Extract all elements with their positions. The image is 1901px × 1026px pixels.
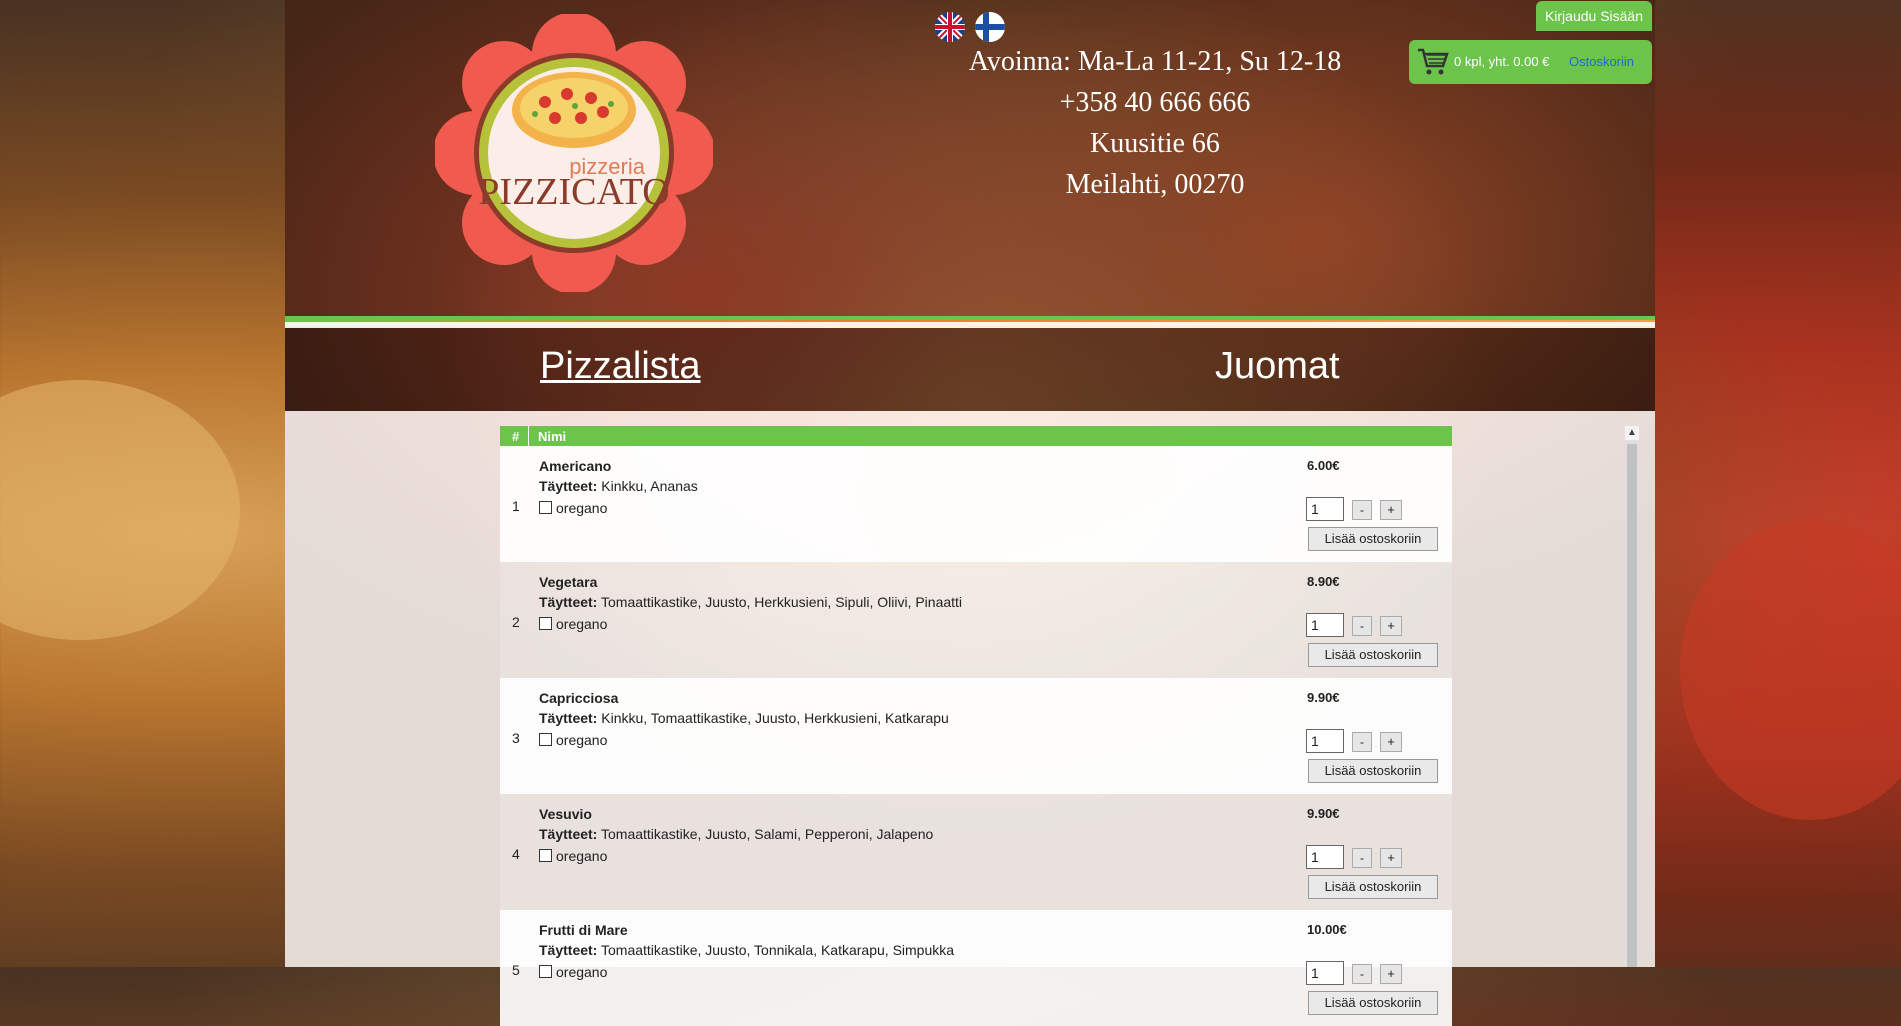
increase-button[interactable]: + xyxy=(1380,616,1402,636)
background-pizza-right xyxy=(1680,520,1901,820)
cart-summary: 0 kpl, yht. 0.00 € Ostoskoriin xyxy=(1409,40,1652,84)
table-row: 5 Frutti di Mare Täytteet: Tomaattikastike… xyxy=(500,910,1452,1026)
pizza-fillings: Täytteet: Tomaattikastike, Juusto, Tonni… xyxy=(539,942,954,958)
pizza-price: 6.00€ xyxy=(1307,458,1340,473)
quantity-input[interactable]: 1 xyxy=(1306,845,1344,869)
add-to-cart-button[interactable]: Lisää ostoskoriin xyxy=(1308,875,1438,899)
quantity-input[interactable]: 1 xyxy=(1306,729,1344,753)
nav-pizza-list[interactable]: Pizzalista xyxy=(540,345,701,388)
increase-button[interactable]: + xyxy=(1380,500,1402,520)
login-button[interactable]: Kirjaudu Sisään xyxy=(1535,1,1652,31)
oregano-option[interactable]: oregano xyxy=(539,964,607,980)
oregano-label: oregano xyxy=(556,732,608,748)
add-to-cart-button[interactable]: Lisää ostoskoriin xyxy=(1308,991,1438,1015)
scroll-up-icon[interactable]: ▲ xyxy=(1625,426,1639,440)
fillings-text: Kinkku, Tomaattikastike, Juusto, Herkkus… xyxy=(601,710,949,726)
decrease-button[interactable]: - xyxy=(1352,964,1372,984)
fillings-text: Kinkku, Ananas xyxy=(601,478,698,494)
pizza-name: Vesuvio xyxy=(539,806,592,822)
row-number: 2 xyxy=(512,614,520,630)
table-row: 3 Capricciosa Täytteet: Kinkku, Tomaattika… xyxy=(500,678,1452,794)
quantity-input[interactable]: 1 xyxy=(1306,497,1344,521)
table-row: 1 Americano Täytteet: Kinkku, Ananas oregan… xyxy=(500,446,1452,562)
pizza-table: # Nimi 1 Americano Täytteet: Kinkku, Anana… xyxy=(500,426,1452,1026)
decrease-button[interactable]: - xyxy=(1352,848,1372,868)
pizza-fillings: Täytteet: Tomaattikastike, Juusto, Herkk… xyxy=(539,594,962,610)
fillings-text: Tomaattikastike, Juusto, Tonnikala, Katk… xyxy=(601,942,955,958)
pizza-price: 8.90€ xyxy=(1307,574,1340,589)
increase-button[interactable]: + xyxy=(1380,848,1402,868)
pizza-fillings: Täytteet: Kinkku, Ananas xyxy=(539,478,698,494)
nav-drinks[interactable]: Juomat xyxy=(1215,345,1340,388)
oregano-checkbox[interactable] xyxy=(539,849,552,862)
quantity-input[interactable]: 1 xyxy=(1306,613,1344,637)
row-number: 5 xyxy=(512,962,520,978)
oregano-checkbox[interactable] xyxy=(539,733,552,746)
fillings-text: Tomaattikastike, Juusto, Herkkusieni, Si… xyxy=(601,594,963,610)
shopping-cart-icon[interactable] xyxy=(1417,47,1449,77)
quantity-input[interactable]: 1 xyxy=(1306,961,1344,985)
background-pizza-left xyxy=(0,380,240,640)
flag-uk-icon[interactable] xyxy=(935,12,965,42)
increase-button[interactable]: + xyxy=(1380,964,1402,984)
fillings-label: Täytteet: xyxy=(539,594,598,610)
scrollbar-thumb[interactable] xyxy=(1627,444,1637,967)
pizza-price: 9.90€ xyxy=(1307,690,1340,705)
table-row: 4 Vesuvio Täytteet: Tomaattikastike, Juust… xyxy=(500,794,1452,910)
oregano-option[interactable]: oregano xyxy=(539,616,607,632)
city-address: Meilahti, 00270 xyxy=(1065,169,1245,200)
pizza-name: Frutti di Mare xyxy=(539,922,628,938)
increase-button[interactable]: + xyxy=(1380,732,1402,752)
pizza-fillings: Täytteet: Tomaattikastike, Juusto, Salam… xyxy=(539,826,933,842)
oregano-label: oregano xyxy=(556,616,608,632)
opening-hours: Avoinna: Ma-La 11-21, Su 12-18 xyxy=(968,46,1342,77)
fillings-label: Täytteet: xyxy=(539,826,598,842)
oregano-option[interactable]: oregano xyxy=(539,848,607,864)
fillings-label: Täytteet: xyxy=(539,942,598,958)
cart-total: 0 kpl, yht. 0.00 € xyxy=(1454,54,1550,69)
decrease-button[interactable]: - xyxy=(1352,500,1372,520)
row-number: 3 xyxy=(512,730,520,746)
oregano-checkbox[interactable] xyxy=(539,501,552,514)
oregano-option[interactable]: oregano xyxy=(539,732,607,748)
table-row: 2 Vegetara Täytteet: Tomaattikastike, Juus… xyxy=(500,562,1452,678)
add-to-cart-button[interactable]: Lisää ostoskoriin xyxy=(1308,527,1438,551)
header-separator xyxy=(528,426,529,446)
fillings-label: Täytteet: xyxy=(539,710,598,726)
pizza-price: 10.00€ xyxy=(1307,922,1347,937)
pizzicato-logo: pizzeria PIZZICATO xyxy=(435,14,713,292)
main-column: pizzeria PIZZICATO Avoinna: Ma-La 11-21,… xyxy=(285,0,1655,1026)
oregano-label: oregano xyxy=(556,964,608,980)
cart-link[interactable]: Ostoskoriin xyxy=(1569,54,1634,69)
decrease-button[interactable]: - xyxy=(1352,732,1372,752)
add-to-cart-button[interactable]: Lisää ostoskoriin xyxy=(1308,759,1438,783)
language-switcher xyxy=(935,12,1011,42)
decrease-button[interactable]: - xyxy=(1352,616,1372,636)
pizza-name: Americano xyxy=(539,458,612,474)
pizza-price: 9.90€ xyxy=(1307,806,1340,821)
pizza-fillings: Täytteet: Kinkku, Tomaattikastike, Juust… xyxy=(539,710,949,726)
nav-bar xyxy=(285,328,1655,411)
street-address: Kuusitie 66 xyxy=(1090,128,1220,159)
oregano-label: oregano xyxy=(556,500,608,516)
phone-number: +358 40 666 666 xyxy=(1059,87,1251,118)
logo-title: PIZZICATO xyxy=(478,171,669,213)
table-header: # Nimi xyxy=(500,426,1452,446)
oregano-checkbox[interactable] xyxy=(539,617,552,630)
row-number: 4 xyxy=(512,846,520,862)
pizza-name: Capricciosa xyxy=(539,690,619,706)
oregano-label: oregano xyxy=(556,848,608,864)
pizza-name: Vegetara xyxy=(539,574,598,590)
add-to-cart-button[interactable]: Lisää ostoskoriin xyxy=(1308,643,1438,667)
row-number: 1 xyxy=(512,498,520,514)
fillings-label: Täytteet: xyxy=(539,478,598,494)
flag-fi-icon[interactable] xyxy=(975,12,1006,42)
column-number: # xyxy=(512,429,520,444)
column-name: Nimi xyxy=(538,429,567,444)
oregano-option[interactable]: oregano xyxy=(539,500,607,516)
fillings-text: Tomaattikastike, Juusto, Salami, Peppero… xyxy=(601,826,934,842)
